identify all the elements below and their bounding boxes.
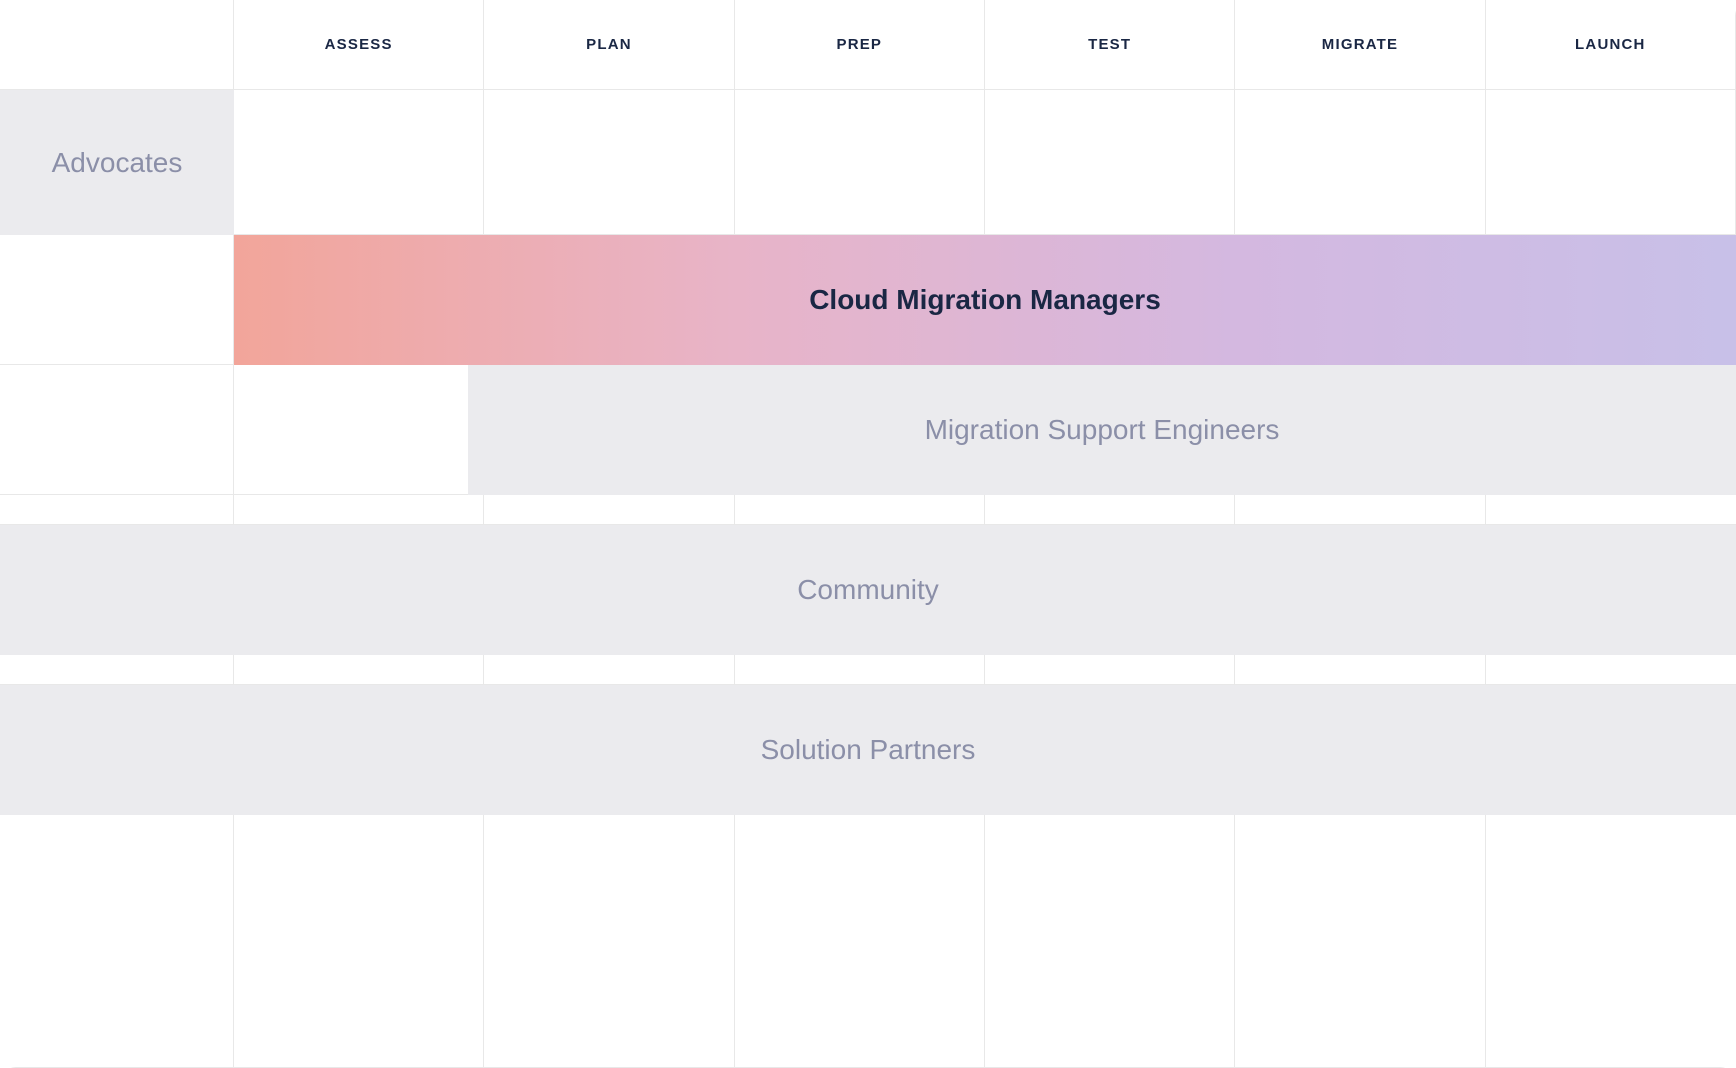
header-label-prep: PREP — [836, 36, 882, 53]
header-cell-plan: PLAN — [484, 0, 734, 89]
cmm-block: Cloud Migration Managers — [234, 235, 1736, 365]
grid-cell — [985, 495, 1235, 525]
grid-cell — [985, 90, 1235, 235]
advocates-block: Advocates — [0, 90, 234, 235]
content-area: Advocates Cloud Migration Managers — [0, 90, 1736, 1068]
community-block: Community — [0, 525, 1736, 655]
header-cell-launch: LAUNCH — [1486, 0, 1736, 89]
chart-container: ASSESS PLAN PREP TEST MIGRATE LAUNCH — [0, 0, 1736, 1068]
grid-cell — [735, 815, 985, 1068]
header-row: ASSESS PLAN PREP TEST MIGRATE LAUNCH — [0, 0, 1736, 90]
grid-cell — [735, 90, 985, 235]
grid-cell — [0, 655, 234, 685]
grid-cell — [234, 495, 484, 525]
grid-cell — [0, 815, 234, 1068]
grid-cell — [985, 655, 1235, 685]
grid-cell — [0, 495, 234, 525]
grid-cell — [735, 655, 985, 685]
grid-cell — [0, 235, 234, 365]
header-cell-empty — [0, 0, 234, 89]
grid-cell — [985, 815, 1235, 1068]
grid-cell — [484, 655, 734, 685]
header-label-plan: PLAN — [586, 36, 632, 53]
row-separator-1 — [0, 495, 1736, 525]
row-cloud-migration-managers: Cloud Migration Managers — [0, 235, 1736, 365]
grid-cell — [234, 655, 484, 685]
grid-cell — [234, 365, 484, 495]
row-migration-support-engineers: Migration Support Engineers — [0, 365, 1736, 495]
grid-cell — [1486, 655, 1736, 685]
grid-cell — [0, 365, 234, 495]
grid-cell — [735, 495, 985, 525]
row-solution-partners: Solution Partners — [0, 685, 1736, 815]
row-separator-2 — [0, 655, 1736, 685]
mse-label: Migration Support Engineers — [925, 414, 1280, 446]
header-cell-migrate: MIGRATE — [1235, 0, 1485, 89]
header-cell-prep: PREP — [735, 0, 985, 89]
grid-cell — [1486, 90, 1736, 235]
mse-block: Migration Support Engineers — [468, 365, 1736, 495]
grid-cell — [484, 815, 734, 1068]
grid-cell — [234, 90, 484, 235]
header-cell-assess: ASSESS — [234, 0, 484, 89]
row-advocates: Advocates — [0, 90, 1736, 235]
grid-cell — [1486, 495, 1736, 525]
header-label-assess: ASSESS — [325, 36, 393, 53]
grid-cell — [1235, 815, 1485, 1068]
row-community: Community — [0, 525, 1736, 655]
header-label-launch: LAUNCH — [1575, 36, 1646, 53]
header-label-migrate: MIGRATE — [1322, 36, 1398, 53]
grid-cell — [484, 90, 734, 235]
header-label-test: TEST — [1088, 36, 1131, 53]
sp-block: Solution Partners — [0, 685, 1736, 815]
header-cell-test: TEST — [985, 0, 1235, 89]
grid-cell — [1235, 655, 1485, 685]
cmm-label: Cloud Migration Managers — [809, 284, 1161, 316]
community-label: Community — [797, 574, 939, 606]
grid-cell — [234, 815, 484, 1068]
grid-cell — [1235, 90, 1485, 235]
advocates-label: Advocates — [52, 147, 183, 179]
sp-label: Solution Partners — [761, 734, 976, 766]
grid-cell — [1235, 495, 1485, 525]
grid-cell — [1486, 815, 1736, 1068]
row-bottom-filler — [0, 815, 1736, 1068]
grid-cell — [484, 495, 734, 525]
